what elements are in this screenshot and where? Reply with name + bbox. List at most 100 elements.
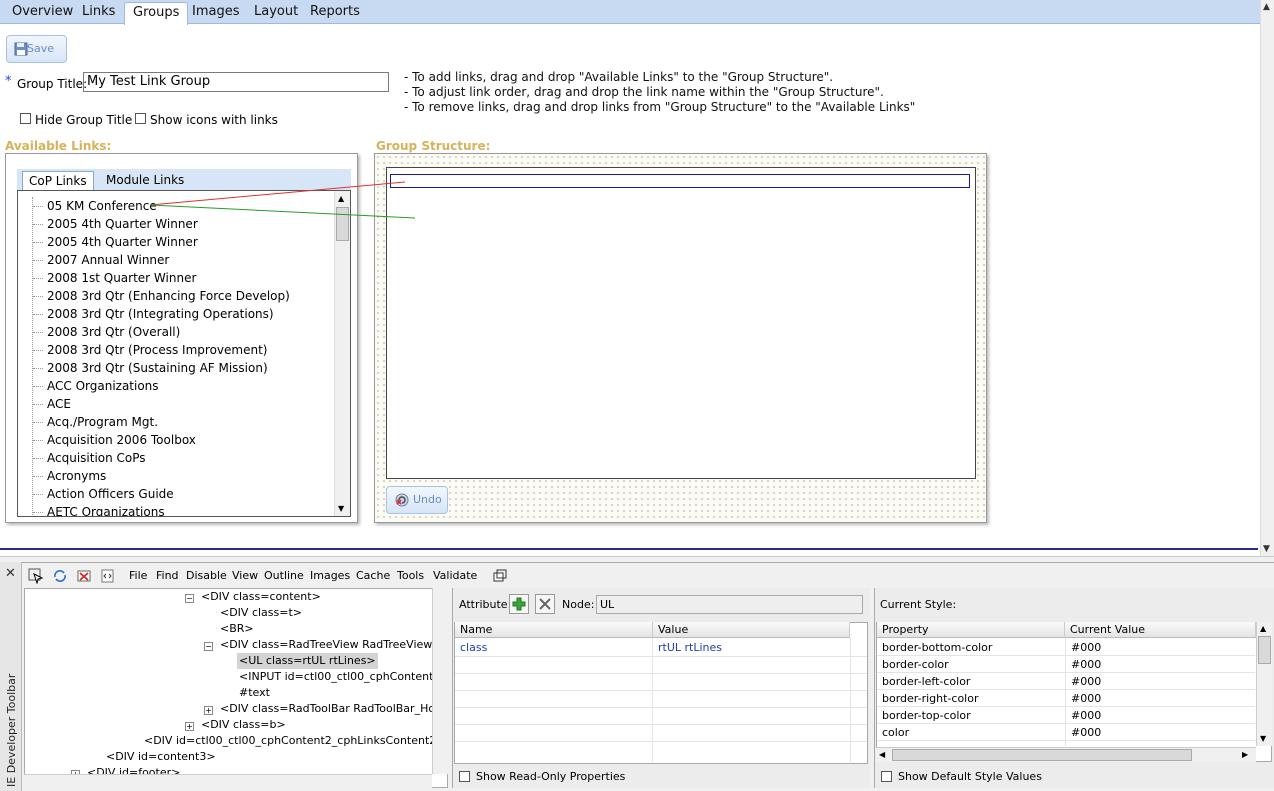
dom-tree-vscrollbar[interactable]: [432, 588, 448, 774]
expand-icon[interactable]: +: [185, 722, 194, 731]
menu-find[interactable]: Find: [156, 569, 179, 582]
link-tree-item[interactable]: 2008 1st Quarter Winner: [32, 269, 196, 287]
remove-attribute-button[interactable]: [535, 594, 555, 614]
attr-header-value[interactable]: Value: [653, 622, 850, 638]
link-tree-item[interactable]: 2005 4th Quarter Winner: [33, 215, 198, 233]
tree-scroll-thumb[interactable]: [336, 207, 349, 241]
tab-images[interactable]: Images: [184, 2, 248, 24]
dom-node[interactable]: #text: [239, 685, 270, 701]
dom-node[interactable]: <DIV class=t>: [220, 605, 302, 621]
menu-images[interactable]: Images: [310, 569, 350, 582]
attr-value-cell[interactable]: rtUL rtLines: [653, 639, 722, 656]
scroll-up-icon[interactable]: ▲: [1260, 624, 1266, 633]
style-hscrollbar[interactable]: ◀ ▶: [876, 747, 1256, 762]
menu-cache[interactable]: Cache: [356, 569, 390, 582]
style-value-cell[interactable]: #000: [1066, 673, 1101, 690]
style-property-cell[interactable]: border-left-color: [877, 673, 970, 690]
style-value-cell[interactable]: #000: [1066, 639, 1101, 656]
link-tree-item[interactable]: 2008 3rd Qtr (Process Improvement): [32, 341, 267, 359]
attr-header-name[interactable]: Name: [455, 622, 653, 638]
tab-links[interactable]: Links: [74, 2, 123, 24]
tab-layout[interactable]: Layout: [246, 2, 306, 24]
show-readonly-checkbox[interactable]: [459, 771, 470, 782]
dom-node[interactable]: <BR>: [220, 621, 254, 637]
show-default-checkbox[interactable]: [881, 771, 892, 782]
tab-reports[interactable]: Reports: [302, 2, 368, 24]
link-tree-item[interactable]: 2008 3rd Qtr (Overall): [32, 323, 180, 341]
dom-node[interactable]: <DIV id=ctl00_ctl00_cphContent2_cphLinks…: [144, 733, 447, 749]
tab-module-links[interactable]: Module Links: [100, 171, 190, 191]
link-tree-item[interactable]: ACE: [33, 395, 71, 413]
scroll-down-icon[interactable]: ▼: [1260, 734, 1266, 743]
menu-disable[interactable]: Disable: [186, 569, 227, 582]
style-property-cell[interactable]: border-right-color: [877, 690, 978, 707]
link-tree-item[interactable]: 2007 Annual Winner: [32, 251, 169, 269]
dom-node[interactable]: <DIV id=content3>: [106, 749, 216, 765]
menu-validate[interactable]: Validate: [433, 569, 477, 582]
add-attribute-button[interactable]: [509, 594, 529, 614]
link-tree-item[interactable]: 2005 4th Quarter Winner: [33, 233, 198, 251]
link-tree-item[interactable]: Acq./Program Mgt.: [32, 413, 158, 431]
link-tree-item[interactable]: 2008 3rd Qtr (Enhancing Force Develop): [33, 287, 290, 305]
style-header-value[interactable]: Current Value: [1065, 622, 1256, 638]
link-tree-item[interactable]: 05 KM Conference: [33, 197, 157, 215]
collapse-icon[interactable]: −: [204, 642, 213, 651]
dom-node[interactable]: <DIV class=RadTreeView RadTreeView_Cust: [220, 637, 447, 653]
attr-name-cell[interactable]: class: [455, 639, 487, 656]
group-drop-target[interactable]: [390, 174, 970, 188]
page-scrollbar[interactable]: ▲ ▼: [1260, 0, 1274, 556]
node-field[interactable]: UL: [596, 595, 863, 614]
link-tree-item[interactable]: Acquisition CoPs: [33, 449, 146, 467]
scroll-down-icon[interactable]: ▼: [1263, 544, 1270, 554]
link-tree-item[interactable]: AETC Organizations: [33, 503, 165, 516]
style-header-property[interactable]: Property: [877, 622, 1065, 638]
tab-overview[interactable]: Overview: [4, 2, 81, 24]
style-vscrollbar[interactable]: ▲ ▼: [1256, 622, 1272, 746]
menu-file[interactable]: File: [129, 569, 147, 582]
link-tree-item[interactable]: ACC Organizations: [33, 377, 159, 395]
dom-node[interactable]: <INPUT id=ctl00_ctl00_cphContent2_cp: [239, 669, 447, 685]
link-tree-item[interactable]: Acronyms: [32, 467, 106, 485]
group-structure-tree[interactable]: [386, 167, 976, 479]
menu-tools[interactable]: Tools: [397, 569, 424, 582]
show-icons-checkbox[interactable]: [135, 113, 146, 124]
dom-tree-hscrollbar[interactable]: [24, 774, 432, 788]
close-icon[interactable]: ✕: [5, 566, 16, 581]
tab-groups[interactable]: Groups: [124, 2, 189, 25]
style-value-cell[interactable]: #000: [1066, 690, 1101, 707]
dom-node[interactable]: <DIV class=content>: [201, 589, 321, 605]
group-title-input[interactable]: My Test Link Group: [83, 72, 389, 92]
available-links-tree[interactable]: 05 KM Conference 2005 4th Quarter Winner 2…: [17, 190, 351, 517]
restore-window-icon[interactable]: [492, 568, 508, 584]
scroll-right-icon[interactable]: ▶: [1242, 750, 1248, 759]
expand-icon[interactable]: +: [204, 706, 213, 715]
select-element-icon[interactable]: [28, 568, 44, 584]
tree-scroll-down-icon[interactable]: ▼: [338, 504, 344, 513]
style-property-cell[interactable]: border-top-color: [877, 707, 971, 724]
style-property-cell[interactable]: color: [877, 724, 909, 741]
menu-outline[interactable]: Outline: [264, 569, 304, 582]
link-tree-item[interactable]: 2008 3rd Qtr (Sustaining AF Mission): [33, 359, 268, 377]
link-tree-item[interactable]: Action Officers Guide: [33, 485, 174, 503]
tab-cop-links[interactable]: CoP Links: [22, 171, 94, 191]
menu-view[interactable]: View: [232, 569, 258, 582]
tree-scroll-up-icon[interactable]: ▲: [338, 194, 344, 203]
dom-node-selected[interactable]: <UL class=rtUL rtLines>: [237, 653, 378, 669]
dom-tree-pane[interactable]: − <DIV class=content> <DIV class=t> <BR>…: [24, 588, 448, 788]
clear-icon[interactable]: [76, 568, 92, 584]
tree-scrollbar[interactable]: ▲ ▼: [334, 191, 350, 516]
save-button[interactable]: Save: [6, 35, 67, 63]
hide-title-checkbox[interactable]: [20, 113, 31, 124]
style-value-cell[interactable]: #000: [1066, 724, 1101, 741]
scroll-up-icon[interactable]: ▲: [1263, 2, 1270, 12]
style-property-cell[interactable]: border-bottom-color: [877, 639, 992, 656]
collapse-icon[interactable]: −: [185, 594, 194, 603]
undo-button[interactable]: Undo: [386, 486, 448, 514]
style-hscroll-thumb[interactable]: [892, 749, 1192, 761]
dom-node[interactable]: <DIV class=b>: [201, 717, 286, 733]
scroll-left-icon[interactable]: ◀: [879, 750, 885, 759]
style-scroll-thumb[interactable]: [1258, 636, 1271, 664]
style-property-cell[interactable]: border-color: [877, 656, 949, 673]
style-value-cell[interactable]: #000: [1066, 707, 1101, 724]
style-value-cell[interactable]: #000: [1066, 656, 1101, 673]
